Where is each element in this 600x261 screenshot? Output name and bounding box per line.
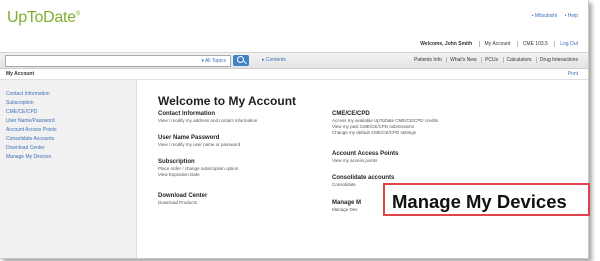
- section-download-center-desc: Download Products: [158, 200, 198, 205]
- search-input[interactable]: ▾ All Topics: [5, 55, 231, 67]
- main-content: Welcome to My Account Contact Informatio…: [158, 80, 578, 258]
- nav-whats-new[interactable]: What's New: [446, 57, 477, 63]
- logo-mark: ®: [75, 11, 80, 18]
- contents-link[interactable]: ▸ Contents: [262, 57, 286, 63]
- section-access-points-desc: View my access points: [332, 158, 378, 163]
- uptodate-logo[interactable]: UpToDate®: [7, 9, 80, 27]
- nav-drug-interactions[interactable]: Drug Interactions: [535, 57, 578, 63]
- section-consolidate-title[interactable]: Consolidate accounts: [332, 175, 394, 181]
- top-link-help[interactable]: • Help: [565, 13, 578, 19]
- sidebar-item-download-center[interactable]: Download Center: [6, 145, 45, 151]
- print-link[interactable]: Print: [568, 71, 578, 77]
- section-contact-information-title[interactable]: Contact Information: [158, 111, 215, 117]
- sidebar-item-manage-devices[interactable]: Manage My Devices: [6, 154, 51, 160]
- user-bar: Welcome, John Smith My Account CME 103.5…: [0, 40, 588, 49]
- logo-text: UpToDate: [7, 9, 76, 26]
- section-subscription-title[interactable]: Subscription: [158, 159, 195, 165]
- nav-pcus[interactable]: PCUs: [481, 57, 499, 63]
- sidebar-item-username-password[interactable]: User Name/Password: [6, 118, 55, 124]
- section-username-password-desc: View / modify my user name or password: [158, 142, 241, 147]
- section-subscription-desc-2: View Expiration Date: [158, 172, 200, 177]
- top-links: • Mitsubishi • Help: [526, 13, 578, 19]
- nav-patient-info[interactable]: Patients Info: [411, 57, 442, 63]
- top-header: UpToDate® • Mitsubishi • Help: [0, 0, 588, 36]
- section-consolidate-desc: Consolidate: [332, 182, 356, 187]
- breadcrumb: My Account Print: [0, 70, 588, 80]
- search-icon-handle: [243, 60, 247, 65]
- my-account-link[interactable]: My Account: [478, 41, 511, 47]
- app-window: UpToDate® • Mitsubishi • Help Welcome, J…: [0, 0, 589, 259]
- section-download-center-title[interactable]: Download Center: [158, 193, 207, 199]
- account-sidebar: Contact Information Subscription CME/CE/…: [0, 80, 137, 258]
- sidebar-item-consolidate-accounts[interactable]: Consolidate Accounts: [6, 136, 54, 142]
- callout-label: Manage My Devices: [392, 191, 567, 212]
- sidebar-item-cme[interactable]: CME/CE/CPD: [6, 109, 37, 115]
- section-access-points-title[interactable]: Account Access Points: [332, 151, 398, 157]
- search-button[interactable]: [233, 55, 249, 66]
- section-cme-title[interactable]: CME/CE/CPD: [332, 111, 370, 117]
- search-scope-select[interactable]: ▾ All Topics: [201, 58, 226, 64]
- section-cme-desc-3: Change my default CME/CE/CPD settings: [332, 130, 417, 135]
- nav-calculators[interactable]: Calculators: [502, 57, 532, 63]
- sidebar-item-contact-information[interactable]: Contact Information: [6, 91, 50, 97]
- welcome-user: Welcome, John Smith: [420, 41, 473, 47]
- cme-credits-link[interactable]: CME 103.5: [516, 41, 548, 47]
- manage-devices-callout: Manage My Devices: [383, 183, 590, 216]
- search-toolbar: ▾ All Topics ▸ Contents Patients Info Wh…: [0, 52, 588, 69]
- breadcrumb-label: My Account: [6, 71, 35, 77]
- nav-links: Patients Info What's New PCUs Calculator…: [408, 57, 578, 63]
- section-manage-devices-desc: Manage Dev: [332, 207, 358, 212]
- section-username-password-title[interactable]: User Name Password: [158, 135, 219, 141]
- page-title: Welcome to My Account: [158, 94, 297, 108]
- logout-link[interactable]: Log Out: [554, 41, 578, 47]
- section-manage-devices-title[interactable]: Manage M: [332, 200, 361, 206]
- top-link-language[interactable]: • Mitsubishi: [532, 13, 557, 19]
- sidebar-item-access-points[interactable]: Account Access Points: [6, 127, 57, 133]
- section-contact-information-desc: View / modify my address and contact inf…: [158, 118, 258, 123]
- sidebar-item-subscription[interactable]: Subscription: [6, 100, 34, 106]
